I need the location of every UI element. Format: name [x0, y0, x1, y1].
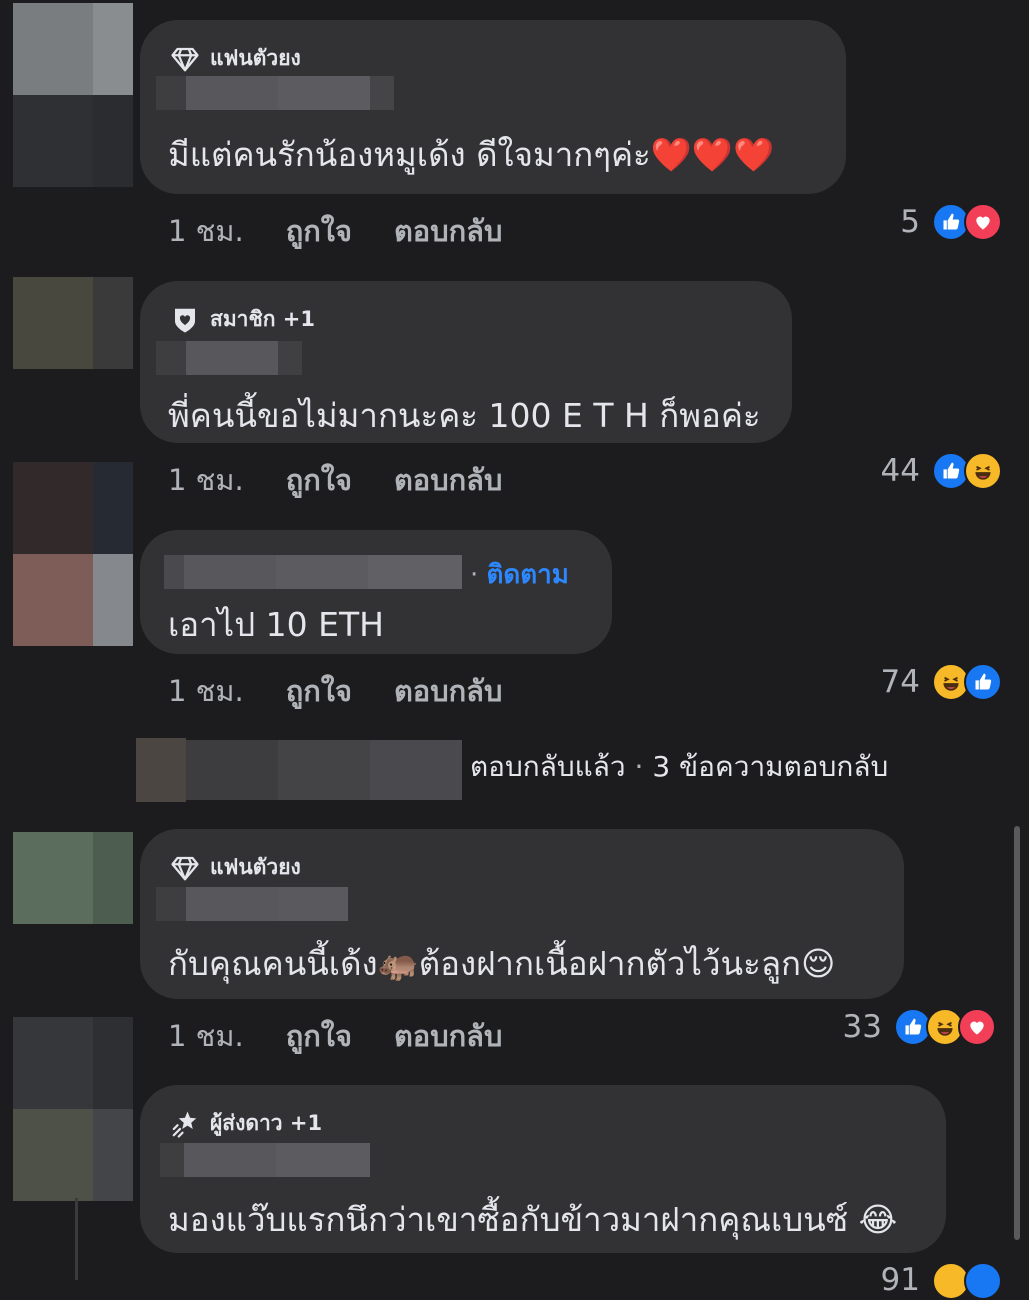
badge-label: สมาชิก +1 — [210, 307, 315, 331]
diamond-icon — [171, 856, 199, 880]
comment-text: เอาไป 10 ETH — [168, 605, 384, 644]
reaction-icons[interactable] — [932, 1262, 1002, 1300]
like-action[interactable]: ถูกใจ — [286, 1013, 352, 1059]
reaction-count[interactable]: 91 — [860, 1262, 920, 1298]
badge-label: แฟนตัวยง — [210, 46, 301, 70]
commenter-avatar[interactable] — [13, 462, 133, 646]
comment-actions: 1 ชม. ถูกใจ ตอบกลับ — [168, 1013, 502, 1059]
comment-actions: 1 ชม. ถูกใจ ตอบกลับ — [168, 668, 502, 714]
reaction-icons[interactable] — [932, 203, 1002, 241]
comment-text: มองแว๊บแรกนึกว่าเขาซื้อกับข้าวมาฝากคุณเบ… — [168, 1200, 898, 1239]
comment-bubble: · ติดตาม เอาไป 10 ETH — [140, 530, 612, 654]
reply-action[interactable]: ตอบกลับ — [394, 1013, 502, 1059]
reply-action[interactable]: ตอบกลับ — [394, 668, 502, 714]
comment-bubble: แฟนตัวยง กับคุณคนนี้เด้ง🦛ต้องฝากเนื้อฝาก… — [140, 829, 904, 999]
blurred-commenter-name[interactable] — [156, 341, 302, 375]
comment-time[interactable]: 1 ชม. — [168, 668, 244, 714]
love-reaction-icon — [958, 1008, 996, 1046]
follow-link[interactable]: · ติดตาม — [470, 554, 569, 595]
reaction-count[interactable]: 33 — [822, 1009, 882, 1045]
comment-text: พี่คนนี้ขอไม่มากนะคะ 100 E T H ก็พอค่ะ — [168, 396, 761, 435]
reaction-count[interactable]: 44 — [860, 453, 920, 489]
reply-action[interactable]: ตอบกลับ — [394, 208, 502, 254]
blurred-commenter-name[interactable] — [156, 76, 394, 110]
comment-bubble: ผู้ส่งดาว +1 มองแว๊บแรกนึกว่าเขาซื้อกับข… — [140, 1085, 946, 1253]
member-badge[interactable]: สมาชิก +1 — [170, 303, 315, 336]
tears-of-joy-emoji: 😂 — [858, 1200, 898, 1239]
comment-time[interactable]: 1 ชม. — [168, 1013, 244, 1059]
like-action[interactable]: ถูกใจ — [286, 208, 352, 254]
relieved-emoji: 😌 — [801, 944, 836, 983]
badge-label: แฟนตัวยง — [210, 855, 301, 879]
fan-badge[interactable]: แฟนตัวยง — [170, 851, 301, 884]
blurred-commenter-name[interactable] — [164, 555, 462, 589]
diamond-icon — [171, 47, 199, 71]
like-reaction-icon — [964, 663, 1002, 701]
like-reaction-icon — [964, 1262, 1002, 1300]
badge-label: ผู้ส่งดาว +1 — [210, 1111, 323, 1135]
star-sender-icon — [172, 1111, 197, 1138]
scrollbar[interactable] — [1014, 826, 1020, 1240]
hippo-emoji: 🦛 — [377, 944, 419, 983]
blurred-reply-preview[interactable] — [186, 740, 462, 800]
fan-badge[interactable]: แฟนตัวยง — [170, 42, 301, 75]
member-shield-icon — [175, 308, 195, 332]
comment-time[interactable]: 1 ชม. — [168, 457, 244, 503]
comment-actions: 1 ชม. ถูกใจ ตอบกลับ — [168, 457, 502, 503]
love-reaction-icon — [964, 203, 1002, 241]
reaction-icons[interactable] — [932, 663, 1002, 701]
blurred-commenter-name[interactable] — [156, 887, 348, 921]
blurred-commenter-name[interactable] — [160, 1143, 370, 1177]
like-action[interactable]: ถูกใจ — [286, 668, 352, 714]
reaction-count[interactable]: 74 — [860, 664, 920, 700]
like-action[interactable]: ถูกใจ — [286, 457, 352, 503]
commenter-avatar[interactable] — [13, 3, 133, 187]
reaction-icons[interactable] — [894, 1008, 996, 1046]
comment-time[interactable]: 1 ชม. — [168, 208, 244, 254]
reply-action[interactable]: ตอบกลับ — [394, 457, 502, 503]
reaction-count[interactable]: 5 — [880, 204, 920, 240]
commenter-avatar[interactable] — [13, 277, 133, 369]
view-replies-link[interactable]: ตอบกลับแล้ว · 3 ข้อความตอบกลับ — [470, 745, 888, 789]
comment-actions: 1 ชม. ถูกใจ ตอบกลับ — [168, 208, 502, 254]
heart-emoji: ❤️❤️❤️ — [650, 135, 775, 174]
haha-reaction-icon — [964, 452, 1002, 490]
comment-text: มีแต่คนรักน้องหมูเด้ง ดีใจมากๆค่ะ❤️❤️❤️ — [168, 135, 775, 174]
comment-bubble: แฟนตัวยง มีแต่คนรักน้องหมูเด้ง ดีใจมากๆค… — [140, 20, 846, 194]
commenter-avatar[interactable] — [13, 1017, 133, 1201]
reply-avatar[interactable] — [136, 738, 186, 802]
comment-bubble: สมาชิก +1 พี่คนนี้ขอไม่มากนะคะ 100 E T H… — [140, 281, 792, 443]
star-sender-badge[interactable]: ผู้ส่งดาว +1 — [170, 1107, 322, 1140]
reply-thread-line — [75, 1198, 78, 1280]
comment-text: กับคุณคนนี้เด้ง🦛ต้องฝากเนื้อฝากตัวไว้นะล… — [168, 944, 836, 983]
reaction-icons[interactable] — [932, 452, 1002, 490]
commenter-avatar[interactable] — [13, 832, 133, 924]
